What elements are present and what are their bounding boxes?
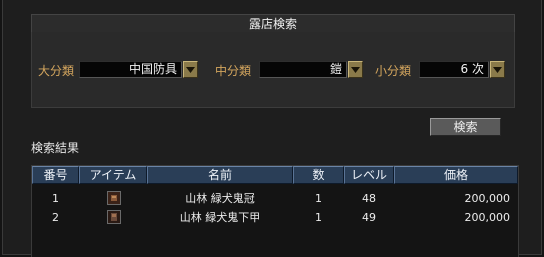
table-row[interactable]: 1 山林 緑犬鬼冠 1 48 200,000 <box>32 189 518 208</box>
helmet-icon <box>107 191 121 205</box>
column-header-price[interactable]: 価格 <box>394 166 518 184</box>
chevron-down-icon <box>493 67 502 73</box>
row-number: 2 <box>52 211 59 224</box>
middle-category-select[interactable]: 鎧 <box>259 61 347 78</box>
minor-category-label: 小分類 <box>375 64 412 78</box>
item-name: 山林 緑犬鬼冠 <box>185 192 255 205</box>
minor-category-select[interactable]: 6 次 <box>419 61 489 78</box>
minor-category-dropdown-button[interactable] <box>490 61 505 78</box>
item-price: 200,000 <box>464 192 511 205</box>
middle-category-dropdown-button[interactable] <box>348 61 363 78</box>
column-header-quantity[interactable]: 数 <box>293 166 344 184</box>
search-button[interactable]: 検索 <box>430 118 501 136</box>
item-level: 48 <box>362 192 376 205</box>
column-header-name[interactable]: 名前 <box>147 166 293 184</box>
column-header-number[interactable]: 番号 <box>32 166 79 184</box>
middle-category-label: 中分類 <box>215 64 252 78</box>
column-header-item[interactable]: アイテム <box>79 166 147 184</box>
item-quantity: 1 <box>315 211 322 224</box>
major-category-label: 大分類 <box>38 64 75 78</box>
table-row[interactable]: 2 山林 緑犬鬼下甲 1 49 200,000 <box>32 208 518 227</box>
item-name: 山林 緑犬鬼下甲 <box>179 211 261 224</box>
results-header: 番号 アイテム 名前 数 レベル 価格 <box>32 166 518 184</box>
item-price: 200,000 <box>464 211 511 224</box>
window-title: 露店検索 <box>31 14 515 34</box>
row-number: 1 <box>52 192 59 205</box>
item-quantity: 1 <box>315 192 322 205</box>
armor-icon <box>107 210 121 224</box>
results-table: 番号 アイテム 名前 数 レベル 価格 1 山林 緑犬鬼冠 1 48 200,0… <box>31 165 519 257</box>
column-header-level[interactable]: レベル <box>344 166 394 184</box>
item-level: 49 <box>362 211 376 224</box>
chevron-down-icon <box>186 67 195 73</box>
results-label: 検索結果 <box>31 141 80 155</box>
chevron-down-icon <box>351 67 360 73</box>
major-category-select[interactable]: 中国防具 <box>79 61 182 78</box>
major-category-dropdown-button[interactable] <box>183 61 198 78</box>
